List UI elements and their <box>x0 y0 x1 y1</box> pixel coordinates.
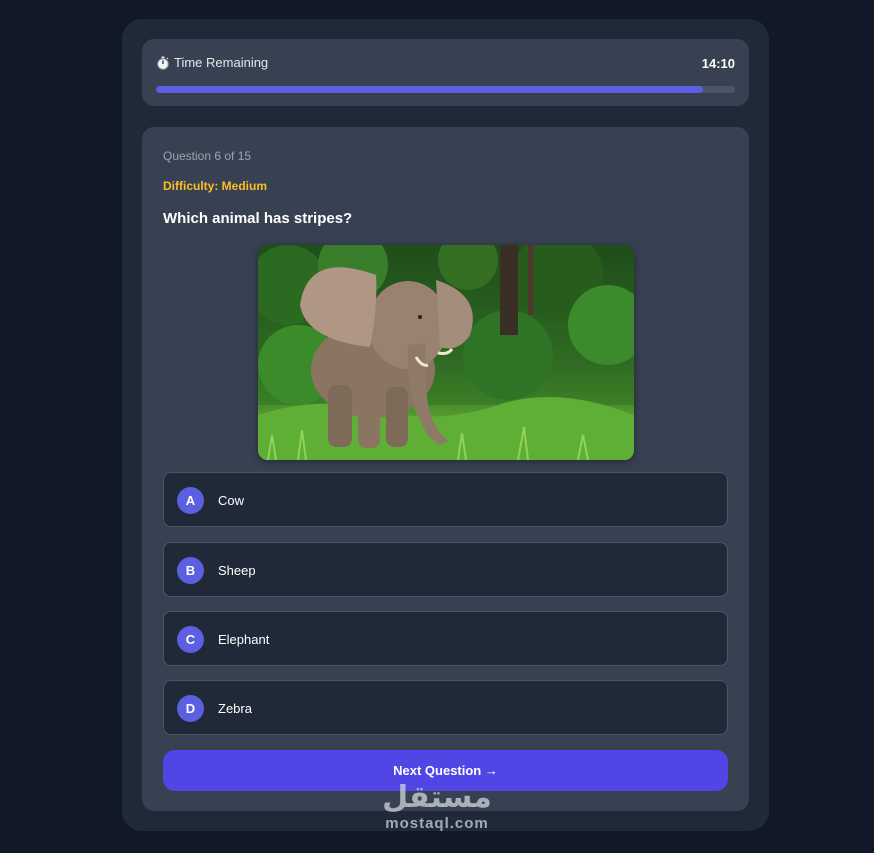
option-letter-badge: D <box>177 695 204 722</box>
option-c[interactable]: C Elephant <box>163 611 728 666</box>
timer-label-group: Time Remaining <box>156 55 268 70</box>
question-image <box>258 245 634 460</box>
option-letter-badge: B <box>177 557 204 584</box>
option-label: Zebra <box>218 701 252 716</box>
timer-label: Time Remaining <box>174 55 269 70</box>
option-letter-badge: A <box>177 487 204 514</box>
option-b[interactable]: B Sheep <box>163 542 728 597</box>
option-label: Elephant <box>218 632 270 647</box>
option-label: Sheep <box>218 563 256 578</box>
option-a[interactable]: A Cow <box>163 472 728 527</box>
question-card: Question 6 of 15 Difficulty: Medium Whic… <box>142 127 749 811</box>
option-letter-badge: C <box>177 626 204 653</box>
timer-panel: Time Remaining 14:10 <box>142 39 749 106</box>
option-d[interactable]: D Zebra <box>163 680 728 735</box>
question-text: Which animal has stripes? <box>163 210 353 227</box>
elephant-photo <box>258 245 634 460</box>
question-counter: Question 6 of 15 <box>163 149 252 163</box>
option-label: Cow <box>218 493 245 508</box>
time-progress-fill <box>156 86 704 93</box>
quiz-container: Time Remaining 14:10 Question 6 of 15 Di… <box>122 19 769 831</box>
time-progress-bar <box>156 86 735 93</box>
next-question-button[interactable]: Next Question → <box>163 750 728 791</box>
difficulty-label: Difficulty: Medium <box>163 179 267 193</box>
stopwatch-icon <box>157 56 169 70</box>
timer-value: 14:10 <box>701 56 735 71</box>
